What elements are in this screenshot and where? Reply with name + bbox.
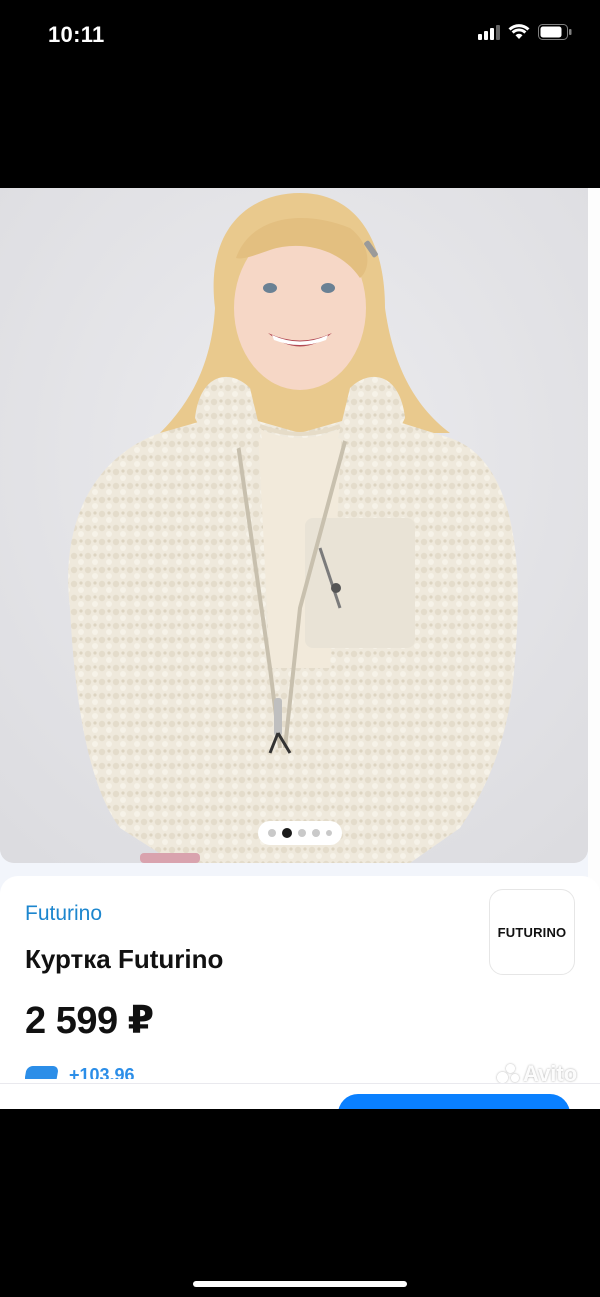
page-dot	[298, 829, 306, 837]
brand-logo-text: FUTURINO	[497, 924, 567, 940]
product-info-card: Futurino Куртка Futurino 2 599 ₽ FUTURIN…	[0, 876, 600, 1109]
bonus-icon	[25, 1066, 59, 1079]
product-title: Куртка Futurino	[25, 944, 224, 974]
product-photo	[0, 188, 588, 863]
product-price: 2 599 ₽	[25, 1000, 154, 1042]
status-icons	[478, 24, 572, 40]
bonus-amount: +103,96	[69, 1065, 135, 1079]
battery-icon	[538, 24, 572, 40]
product-image-gallery[interactable]	[0, 188, 588, 863]
page-dot	[312, 829, 320, 837]
product-screen: Futurino Куртка Futurino 2 599 ₽ FUTURIN…	[0, 188, 600, 1109]
action-bar	[0, 1083, 600, 1109]
bottom-area	[0, 1109, 600, 1297]
brand-logo[interactable]: FUTURINO	[489, 889, 575, 975]
skirt-hint	[140, 853, 200, 863]
page-dot	[268, 829, 276, 837]
cellular-signal-icon	[478, 24, 500, 40]
gallery-page-indicator	[258, 821, 342, 845]
page-dot-active	[282, 828, 292, 838]
status-time: 10:11	[48, 22, 105, 47]
wifi-icon	[508, 24, 530, 40]
avito-logo-icon	[497, 1064, 521, 1084]
status-bar: 10:11	[0, 0, 600, 188]
buy-button[interactable]	[338, 1094, 570, 1109]
page-dot	[326, 830, 332, 836]
brand-link[interactable]: Futurino	[25, 902, 102, 926]
bonus-row: +103,96	[25, 1064, 160, 1079]
home-indicator[interactable]	[193, 1281, 407, 1287]
